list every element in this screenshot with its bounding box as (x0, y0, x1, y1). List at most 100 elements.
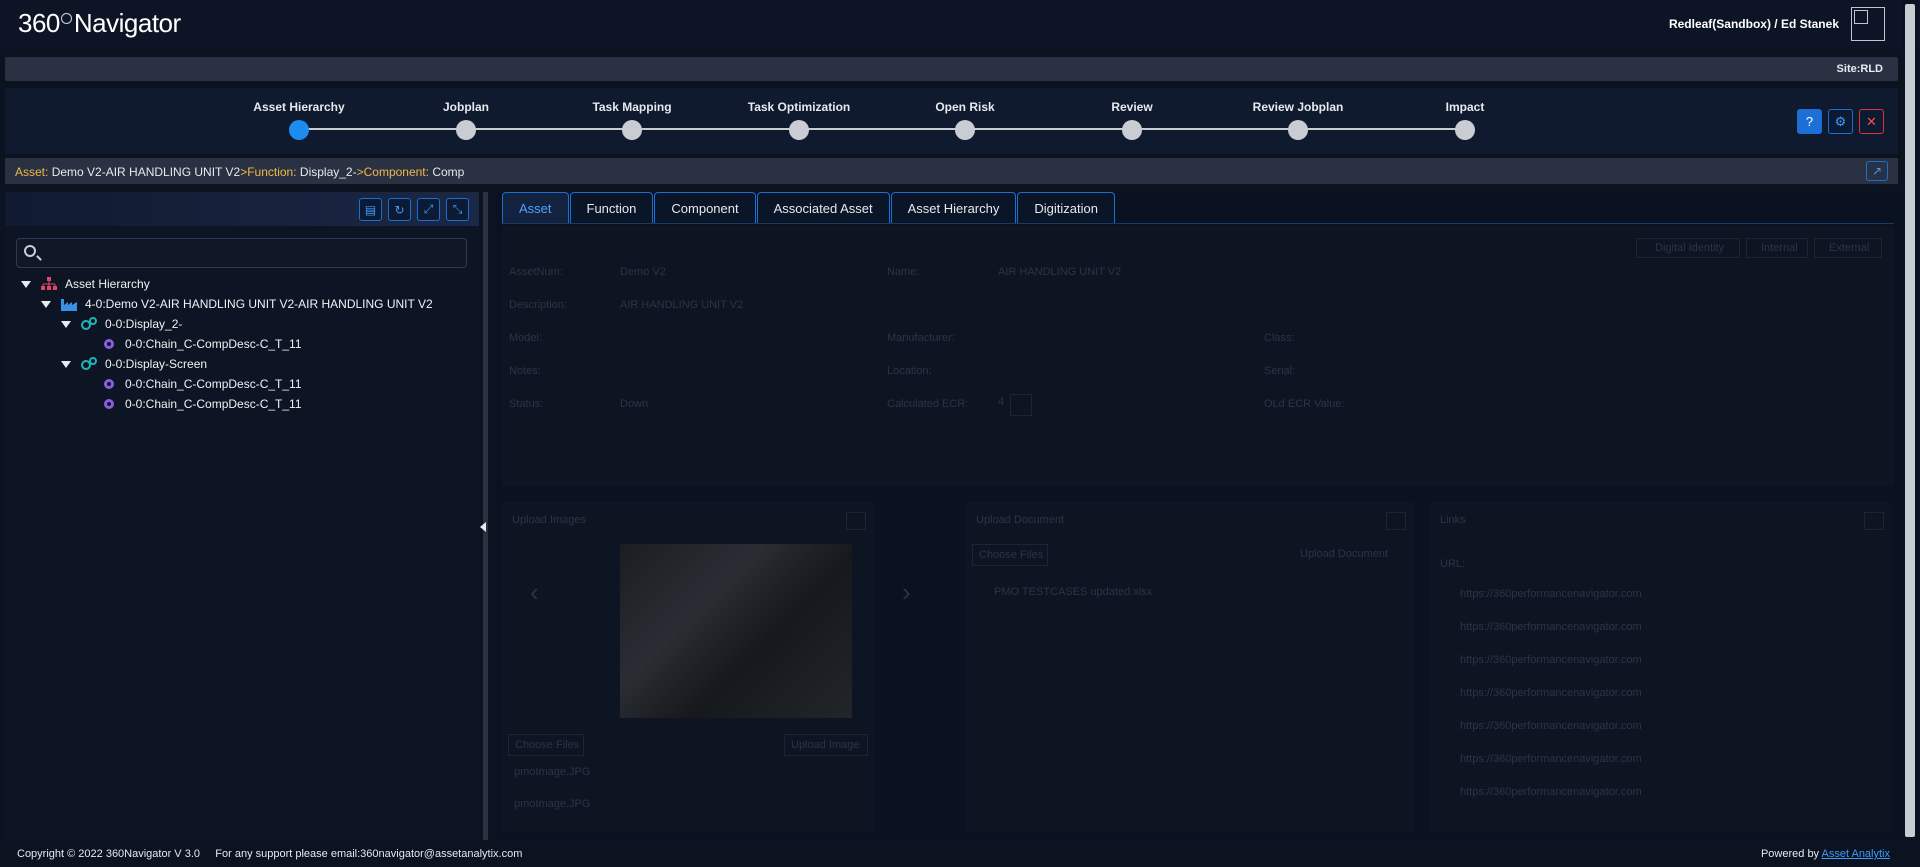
info-icon[interactable] (1864, 512, 1884, 530)
powered-by-text: Powered by (1760, 848, 1822, 860)
caret-down-icon[interactable] (41, 300, 51, 308)
tree-node-component[interactable]: 0-0:Chain_C-CompDesc-C_T_11 (101, 396, 302, 412)
help-button[interactable]: ? (1797, 109, 1822, 134)
assetnum-label: AssetNum: (509, 266, 563, 278)
user-menu-button[interactable] (1851, 7, 1885, 41)
prev-arrow-icon[interactable]: ‹ (530, 577, 539, 608)
link-item[interactable]: https://360performancenavigator.com (1460, 786, 1642, 798)
location-label: Location: (887, 365, 932, 377)
link-item[interactable]: https://360performancenavigator.com (1460, 687, 1642, 699)
tab-asset[interactable]: Asset (502, 192, 569, 223)
tab-asset-hierarchy[interactable]: Asset Hierarchy (890, 192, 1017, 223)
ecr-label: Calculated ECR: (887, 398, 969, 410)
tree-node-component[interactable]: 0-0:Chain_C-CompDesc-C_T_11 (101, 336, 302, 352)
step-label: Task Mapping (592, 100, 672, 114)
doc-choose-files-button[interactable]: Choose Files (972, 544, 1048, 566)
close-button[interactable]: ✕ (1859, 109, 1884, 134)
tab-underline (502, 223, 1894, 224)
detail-panel: Asset Function Component Associated Asse… (496, 192, 1900, 840)
digital-identity-button[interactable]: Digital Identity (1636, 238, 1740, 258)
site-bar: Site:RLD (5, 57, 1898, 81)
site-label: Site:RLD (1836, 63, 1883, 75)
upload-image-label: Upload Image (791, 739, 860, 751)
gear-icon (104, 399, 114, 409)
panel-splitter[interactable] (479, 192, 492, 840)
tab-digitization[interactable]: Digitization (1017, 192, 1115, 223)
link-item[interactable]: https://360performancenavigator.com (1460, 654, 1642, 666)
info-icon[interactable] (846, 512, 866, 530)
upload-document-card: Upload Document Choose Files Upload Docu… (966, 502, 1414, 832)
tree-node-label: 0-0:Chain_C-CompDesc-C_T_11 (125, 337, 302, 351)
collapse-button[interactable]: ⤡ (446, 198, 469, 221)
tree-node-function[interactable]: 0-0:Display_2- (61, 316, 182, 332)
tree-node-label: 4-0:Demo V2-AIR HANDLING UNIT V2-AIR HAN… (85, 297, 433, 311)
step-dot[interactable] (1122, 120, 1142, 140)
factory-icon (61, 299, 77, 311)
collapse-arrow-icon[interactable] (480, 522, 486, 532)
image-file-name: pmoImage.JPG (514, 766, 591, 778)
top-bar: 360 Navigator Redleaf(Sandbox) / Ed Stan… (0, 0, 1920, 48)
links-title: Links (1440, 514, 1466, 526)
step-dot[interactable] (289, 120, 309, 140)
description-value: AIR HANDLING UNIT V2 (620, 299, 744, 311)
info-icon[interactable] (1386, 512, 1406, 530)
page-scrollbar[interactable] (1902, 0, 1918, 843)
step-dot[interactable] (1288, 120, 1308, 140)
caret-down-icon[interactable] (61, 320, 71, 328)
clipboard-button[interactable]: ▤ (359, 198, 382, 221)
tree-panel: ▤ ↻ ⤢ ⤡ Asset Hierarchy 4-0:Demo V2-AIR … (5, 192, 479, 840)
step-label: Review Jobplan (1252, 100, 1344, 114)
calculator-button[interactable] (1010, 394, 1032, 416)
breadcrumb-component-key: >Component: (356, 165, 429, 179)
search-icon (24, 245, 36, 257)
name-label: Name: (887, 266, 920, 278)
internal-button[interactable]: Internal (1746, 238, 1808, 258)
tab-component[interactable]: Component (654, 192, 756, 223)
app-logo[interactable]: 360 Navigator (18, 8, 181, 39)
refresh-button[interactable]: ↻ (388, 198, 411, 221)
external-button[interactable]: External (1814, 238, 1882, 258)
image-file-name: pmoImage.JPG (514, 798, 591, 810)
logo-ring-icon (60, 13, 72, 24)
hierarchy-icon (41, 277, 57, 290)
tree-node-asset[interactable]: 4-0:Demo V2-AIR HANDLING UNIT V2-AIR HAN… (41, 296, 433, 312)
upload-images-card: Upload Images ‹ › Choose Files Upload Im… (502, 502, 911, 832)
caret-down-icon[interactable] (61, 360, 71, 368)
assetnum-value: Demo V2 (620, 266, 666, 278)
digital-identity-label: Digital Identity (1655, 242, 1725, 254)
step-dot[interactable] (955, 120, 975, 140)
serial-label: Serial: (1264, 365, 1296, 377)
link-item[interactable]: https://360performancenavigator.com (1460, 720, 1642, 732)
tree-node-root[interactable]: Asset Hierarchy (21, 276, 150, 292)
step-label: Asset Hierarchy (253, 100, 345, 114)
tab-function[interactable]: Function (569, 192, 654, 223)
user-label[interactable]: Redleaf(Sandbox) / Ed Stanek (1669, 17, 1839, 31)
caret-down-icon[interactable] (21, 280, 31, 288)
upload-document-label[interactable]: Upload Document (1300, 548, 1388, 560)
tree-node-function[interactable]: 0-0:Display-Screen (61, 356, 207, 372)
expand-button[interactable]: ⤢ (417, 198, 440, 221)
scrollbar-thumb[interactable] (1905, 4, 1915, 837)
next-arrow-icon[interactable]: › (902, 577, 911, 608)
asset-form: Digital Identity Internal External Asset… (502, 226, 1894, 486)
choose-files-button[interactable]: Choose Files (508, 734, 584, 756)
link-item[interactable]: https://360performancenavigator.com (1460, 753, 1642, 765)
step-dot[interactable] (789, 120, 809, 140)
splitter-bar[interactable] (483, 192, 488, 840)
external-link-button[interactable]: ↗ (1866, 161, 1888, 181)
tree-search-input[interactable] (16, 238, 467, 268)
step-label: Jobplan (442, 100, 490, 114)
upload-image-button[interactable]: Upload Image (784, 734, 868, 756)
asset-analytix-link[interactable]: Asset Analytix (1822, 848, 1890, 860)
link-item[interactable]: https://360performancenavigator.com (1460, 588, 1642, 600)
step-dot[interactable] (456, 120, 476, 140)
breadcrumb-function-key: >Function: (240, 165, 297, 179)
tree-node-component[interactable]: 0-0:Chain_C-CompDesc-C_T_11 (101, 376, 302, 392)
settings-button[interactable]: ⚙ (1828, 109, 1853, 134)
tab-associated-asset[interactable]: Associated Asset (756, 192, 890, 223)
link-item[interactable]: https://360performancenavigator.com (1460, 621, 1642, 633)
internal-label: Internal (1761, 242, 1798, 254)
step-dot[interactable] (1455, 120, 1475, 140)
step-label: Open Risk (935, 100, 995, 114)
step-dot[interactable] (622, 120, 642, 140)
